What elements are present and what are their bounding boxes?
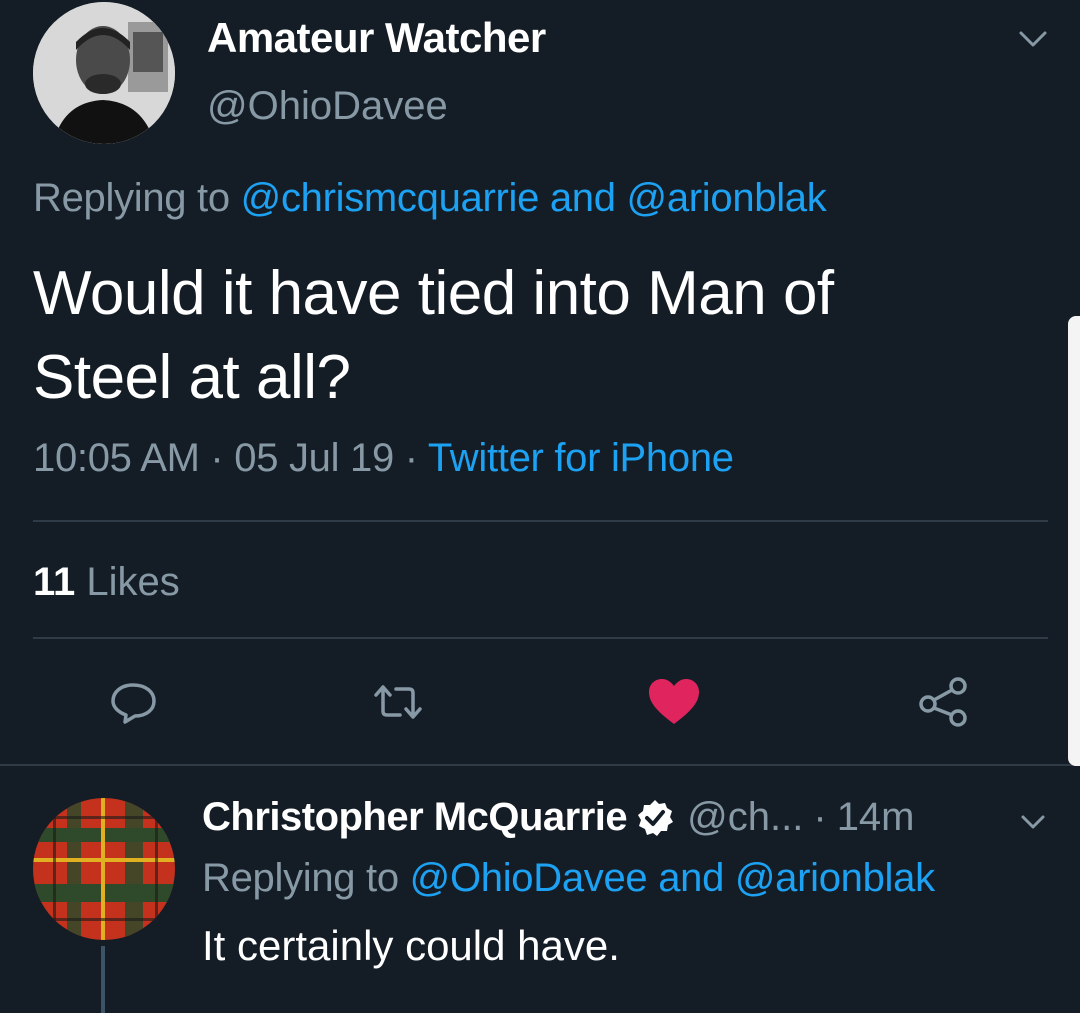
tweet-meta: 10:05 AM · 05 Jul 19 · Twitter for iPhon… <box>33 436 734 481</box>
divider <box>33 520 1048 522</box>
mention-link[interactable]: @arionblak <box>627 176 827 220</box>
tweet-time: 10:05 AM <box>33 436 200 480</box>
retweet-icon <box>374 685 422 719</box>
replying-prefix: Replying to <box>33 176 241 220</box>
replying-and[interactable]: and <box>647 856 734 900</box>
author-name[interactable]: Amateur Watcher <box>207 14 546 62</box>
mention-link[interactable]: @arionblak <box>735 856 935 900</box>
divider <box>33 637 1048 639</box>
tweet-client-link[interactable]: Twitter for iPhone <box>428 436 734 480</box>
reply-button[interactable] <box>103 672 163 732</box>
likes-count: 11 <box>33 560 76 604</box>
mention-link[interactable]: @chrismcquarrie <box>241 176 540 220</box>
reply-header: Christopher McQuarrie @ch... · 14m <box>202 795 915 840</box>
scrollbar[interactable] <box>1068 316 1080 766</box>
likes-stat[interactable]: 11 Likes <box>33 560 180 605</box>
likes-label: Likes <box>75 560 180 604</box>
heart-icon <box>649 679 699 724</box>
thread-connector <box>101 946 105 1013</box>
share-icon <box>919 677 967 727</box>
reply-author-name[interactable]: Christopher McQuarrie <box>202 795 628 840</box>
reply-author-avatar[interactable] <box>33 798 175 940</box>
replying-to-line: Replying to @chrismcquarrie and @arionbl… <box>33 176 827 221</box>
tweet-date: 05 Jul 19 <box>234 436 394 480</box>
reply-time[interactable]: 14m <box>837 795 915 840</box>
share-button[interactable] <box>914 672 974 732</box>
tweet-detail-screen: Amateur Watcher @OhioDavee Replying to @… <box>0 0 1080 1013</box>
reply-author-handle[interactable]: @ch... <box>687 795 803 840</box>
reply-tweet-text: It certainly could have. <box>202 922 620 969</box>
reply-replying-to-line: Replying to @OhioDavee and @arionblak <box>202 856 935 901</box>
tweet-text-line: Steel at all? <box>33 343 351 412</box>
tweet-text: Would it have tied into Man of Steel at … <box>33 252 1033 420</box>
meta-separator: · <box>393 436 428 480</box>
chevron-down-icon[interactable] <box>1018 28 1048 52</box>
replying-prefix: Replying to <box>202 856 410 900</box>
reply-icon <box>111 683 156 724</box>
retweet-button[interactable] <box>368 672 428 732</box>
author-handle[interactable]: @OhioDavee <box>207 84 448 129</box>
replying-and[interactable]: and <box>539 176 626 220</box>
section-divider <box>0 764 1080 766</box>
author-avatar[interactable] <box>33 2 175 144</box>
chevron-down-icon[interactable] <box>1020 812 1046 832</box>
header-separator: · <box>813 795 827 839</box>
tweet-text-line: Would it have tied into Man of <box>33 259 834 328</box>
verified-badge-icon <box>638 799 674 836</box>
meta-separator: · <box>199 436 235 480</box>
mention-link[interactable]: @OhioDavee <box>410 856 648 900</box>
like-button[interactable] <box>644 672 704 732</box>
